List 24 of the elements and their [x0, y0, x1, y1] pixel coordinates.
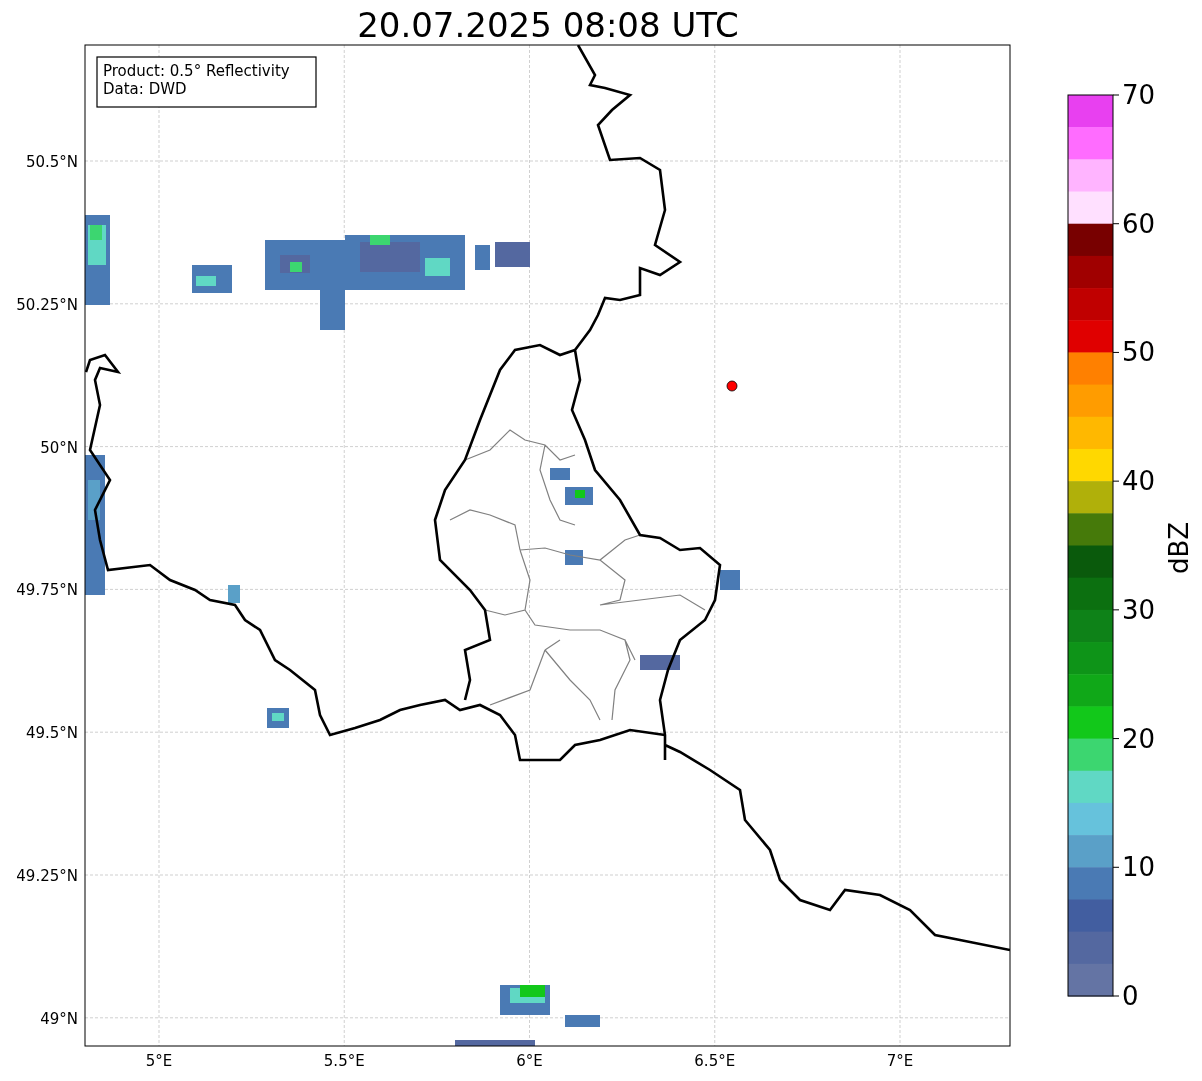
latitude-label: 49°N — [40, 1009, 78, 1028]
longitude-label: 6.5°E — [694, 1052, 736, 1070]
latitude-label: 49.25°N — [16, 867, 78, 885]
colorbar-tick-label: 60 — [1122, 208, 1156, 239]
colorbar-tick-label: 70 — [1122, 80, 1156, 110]
longitude-label: 5°E — [145, 1052, 173, 1070]
latitude-label: 50.5°N — [25, 153, 78, 171]
chart-title: 20.07.2025 08:08 UTC — [357, 5, 739, 45]
latitude-label: 49.5°N — [25, 724, 78, 743]
longitude-label: 5.5°E — [323, 1052, 365, 1070]
colorbar-tick-label: 20 — [1122, 723, 1156, 754]
colorbar-tick-label: 10 — [1122, 852, 1156, 883]
latitude-label: 50.25°N — [16, 295, 78, 314]
colorbar-label: dBZ — [1164, 521, 1194, 575]
latitude-label: 49.75°N — [16, 581, 78, 600]
legend-text: Product: 0.5° Reflectivity — [103, 62, 290, 80]
colorbar-tick-label: 50 — [1122, 337, 1156, 368]
longitude-label: 6°E — [516, 1052, 543, 1070]
legend-text: Data: DWD — [103, 80, 187, 98]
latitude-label: 50°N — [40, 438, 78, 457]
longitude-label: 7°E — [886, 1052, 914, 1070]
colorbar-tick-label: 30 — [1122, 594, 1156, 625]
colorbar-tick-label: 0 — [1122, 981, 1139, 1011]
colorbar-tick-label: 40 — [1122, 466, 1156, 497]
